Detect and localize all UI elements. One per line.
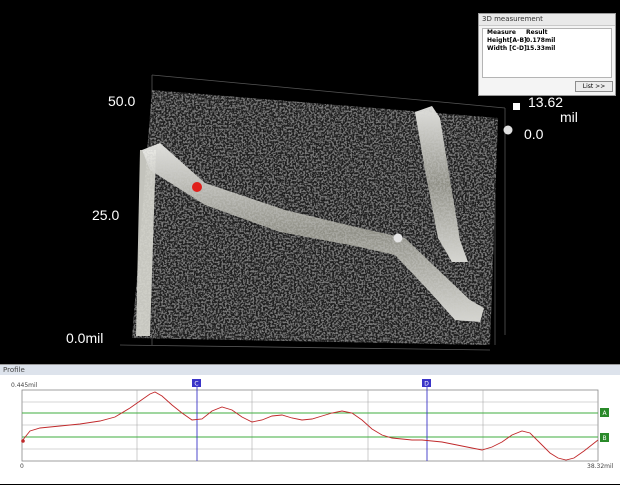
- measurement-panel: 3D measurement Measure Result Height[A-B…: [478, 13, 616, 96]
- reference-b-label: B: [602, 435, 606, 442]
- z-axis-label-bottom: 0.0mil: [66, 330, 104, 346]
- measure-name: Height[A-B]: [487, 37, 527, 44]
- measure-point-b-marker[interactable]: [393, 233, 403, 243]
- measure-name: Width [C-D]: [487, 45, 527, 52]
- profile-plot[interactable]: C D A B: [0, 365, 620, 485]
- profile-panel: Profile 0.445mil 0 38.32mil C D A B: [0, 364, 620, 484]
- measure-result: 15.33mil: [526, 45, 556, 52]
- reference-a-tab[interactable]: A: [600, 408, 609, 417]
- height-scale-max-value: 13.62: [528, 94, 564, 110]
- cursor-d-tab[interactable]: D: [422, 379, 431, 388]
- measurement-panel-title: 3D measurement: [479, 14, 615, 26]
- z-axis-label-top: 50.0: [108, 93, 136, 109]
- measurement-table-header: Measure Result: [483, 29, 611, 37]
- height-scale-min-marker: [503, 125, 513, 135]
- measurement-table: Measure Result Height[A-B] 0.178mil Widt…: [482, 28, 612, 78]
- measure-point-a-marker[interactable]: [192, 182, 202, 192]
- height-scale-min-value: 0.0: [524, 126, 544, 142]
- header-measure: Measure: [487, 29, 516, 36]
- list-button[interactable]: List >>: [575, 81, 613, 92]
- height-scale-max-marker: [513, 103, 520, 110]
- reference-b-tab[interactable]: B: [600, 433, 609, 442]
- cursor-d-label: D: [424, 381, 429, 388]
- cursor-c-tab[interactable]: C: [192, 379, 201, 388]
- measurement-row[interactable]: Height[A-B] 0.178mil: [483, 37, 611, 45]
- profile-start-point: [21, 439, 25, 443]
- z-axis-label-middle: 25.0: [92, 207, 120, 223]
- profile-plot-frame: [21, 389, 599, 462]
- header-result: Result: [526, 29, 548, 36]
- cursor-c-label: C: [194, 381, 198, 388]
- height-scale-unit: mil: [560, 109, 578, 125]
- measure-result: 0.178mil: [526, 37, 556, 44]
- measurement-row[interactable]: Width [C-D] 15.33mil: [483, 45, 611, 53]
